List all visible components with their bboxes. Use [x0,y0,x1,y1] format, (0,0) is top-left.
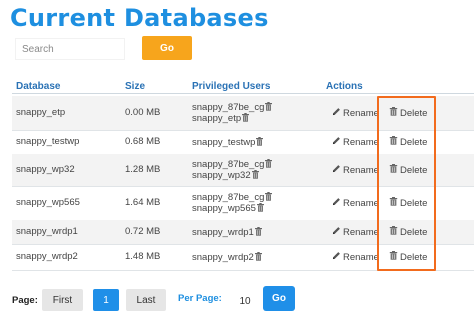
remove-user-icon[interactable] [264,102,273,113]
last-page-button[interactable]: Last [126,289,166,311]
database-name: snappy_etp [16,107,66,118]
column-header-database: Database [16,81,61,92]
remove-user-icon[interactable] [254,226,262,238]
database-size: 0.72 MB [125,226,161,237]
privileged-user-name: snappy_87be_cg [192,102,265,113]
privileged-user-name: snappy_wrdp1 [192,226,254,238]
privileged-user-name: snappy_wrdp2 [192,251,254,263]
privileged-users-list: snappy_87be_cg snappy_wp32 [192,159,273,181]
remove-user-icon[interactable] [256,203,264,214]
privileged-user: snappy_wp565 [192,203,272,214]
remove-user-icon[interactable] [241,113,250,124]
rename-button[interactable]: Rename [332,136,379,148]
pencil-icon [332,107,341,119]
rename-label: Rename [343,197,379,209]
database-name: snappy_wrdp1 [16,226,78,237]
privileged-user-name: snappy_testwp [192,136,256,148]
database-name: snappy_wrdp2 [16,251,78,262]
privileged-user-name: snappy_etp [192,113,242,124]
per-page-go-button[interactable]: Go [263,286,295,311]
search-go-button[interactable]: Go [142,36,192,60]
remove-user-icon[interactable] [264,159,273,170]
rename-label: Rename [343,226,379,238]
database-size: 1.28 MB [125,164,161,175]
privileged-users-list: snappy_87be_cg snappy_etp [192,102,273,124]
database-size: 1.48 MB [125,251,161,262]
rename-button[interactable]: Rename [332,164,379,176]
remove-user-icon[interactable] [264,192,273,203]
database-name: snappy_wp32 [16,164,75,175]
rename-button[interactable]: Rename [332,251,379,263]
privileged-users-list: snappy_wrdp2 [192,251,262,263]
delete-column-highlight [377,96,436,271]
privileged-user: snappy_testwp [192,136,264,148]
first-page-button[interactable]: First [42,289,83,311]
database-size: 0.68 MB [125,136,161,147]
rename-label: Rename [343,164,379,176]
page-label: Page: [12,295,38,306]
privileged-users-list: snappy_87be_cg snappy_wp565 [192,192,273,214]
rename-label: Rename [343,251,379,263]
privileged-user-name: snappy_87be_cg [192,192,265,203]
column-header-privileged-users: Privileged Users [192,81,271,92]
pencil-icon [332,226,341,238]
privileged-user: snappy_87be_cg [192,159,273,170]
remove-user-icon[interactable] [254,251,262,263]
column-header-size: Size [125,81,146,92]
rename-button[interactable]: Rename [332,197,379,209]
pencil-icon [332,197,341,209]
database-name: snappy_testwp [16,136,80,147]
privileged-user-name: snappy_wp32 [192,170,251,181]
privileged-user: snappy_etp [192,113,272,124]
privileged-user-name: snappy_wp565 [192,203,256,214]
remove-user-icon[interactable] [251,170,259,181]
pencil-icon [332,136,341,148]
per-page-input[interactable] [226,289,264,313]
header-divider [12,93,474,94]
database-name: snappy_wp565 [16,197,80,208]
pencil-icon [332,164,341,176]
privileged-users-list: snappy_wrdp1 [192,226,262,238]
privileged-user: snappy_87be_cg [192,102,273,113]
privileged-user-name: snappy_87be_cg [192,159,265,170]
remove-user-icon[interactable] [255,136,264,148]
database-size: 0.00 MB [125,107,161,118]
search-input[interactable] [15,38,125,60]
privileged-user: snappy_wrdp2 [192,251,262,263]
privileged-user: snappy_wrdp1 [192,226,262,238]
rename-label: Rename [343,136,379,148]
rename-label: Rename [343,107,379,119]
rename-button[interactable]: Rename [332,226,379,238]
privileged-user: snappy_87be_cg [192,192,273,203]
privileged-users-list: snappy_testwp [192,136,264,148]
rename-button[interactable]: Rename [332,107,379,119]
database-size: 1.64 MB [125,197,161,208]
column-header-actions: Actions [326,81,363,92]
per-page-label: Per Page: [178,293,222,304]
privileged-user: snappy_wp32 [192,170,272,181]
page-title: Current Databases [10,4,269,32]
current-page-button[interactable]: 1 [93,289,119,311]
pencil-icon [332,251,341,263]
